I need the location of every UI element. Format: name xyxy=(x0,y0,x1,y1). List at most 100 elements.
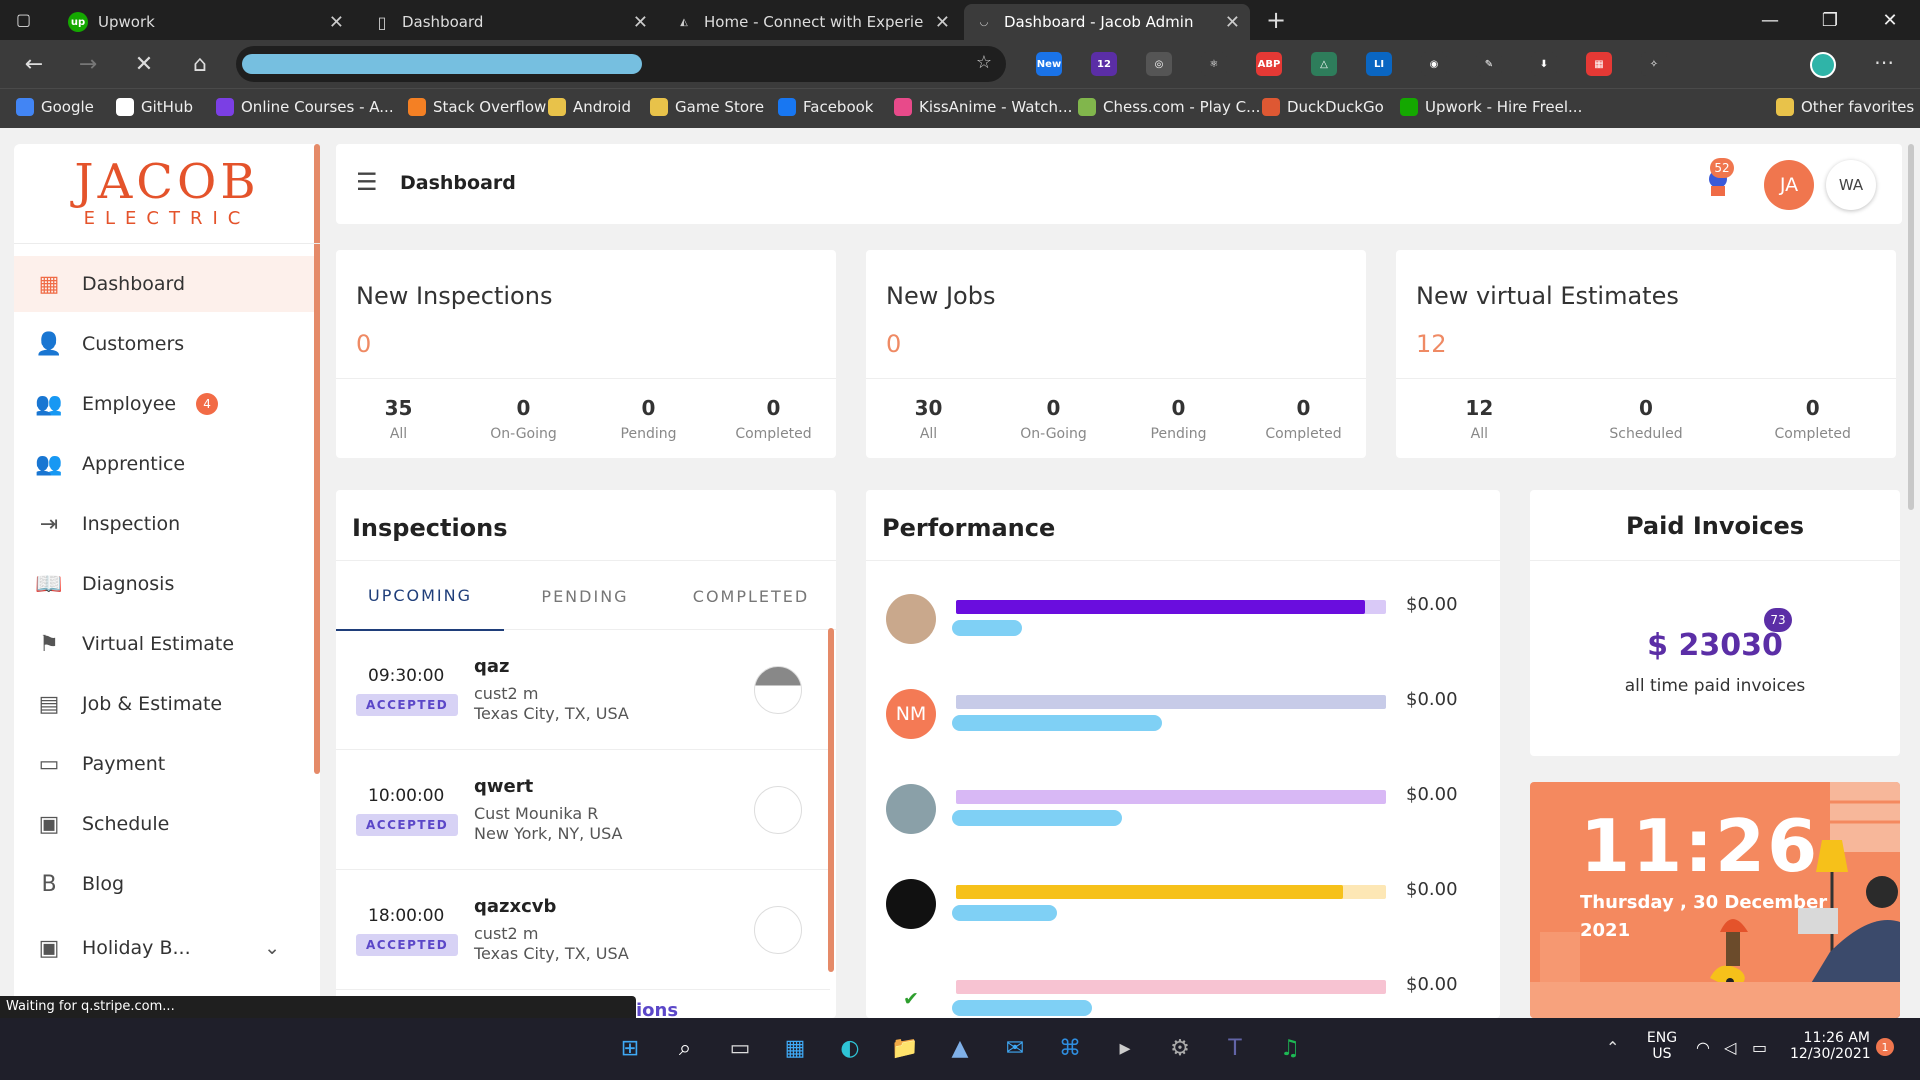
hamburger-menu-icon[interactable]: ☰ xyxy=(356,168,378,196)
customer-avatar[interactable] xyxy=(754,666,802,714)
sidebar-item-apprentice[interactable]: 👥 Apprentice xyxy=(14,436,314,492)
extension-icon[interactable]: ◉ xyxy=(1421,52,1447,76)
forward-button[interactable]: → xyxy=(74,50,102,78)
chevron-down-icon[interactable]: ⌄ xyxy=(264,937,280,959)
sidebar-item-inspection[interactable]: ⇥ Inspection xyxy=(14,496,314,552)
stat-item[interactable]: 0 On-Going xyxy=(461,379,586,458)
stat-item[interactable]: 0 Scheduled xyxy=(1563,379,1730,458)
inspection-row[interactable]: 18:00:00 ACCEPTED qazxcvb cust2 m Texas City… xyxy=(336,870,830,990)
start-button[interactable]: ⊞ xyxy=(612,1030,648,1066)
performance-row[interactable]: $0.00 xyxy=(866,865,1486,955)
close-window-button[interactable]: ✕ xyxy=(1860,0,1920,40)
bookmark-item[interactable]: Google xyxy=(16,98,94,116)
sidebar-item-job-estimate[interactable]: ▤ Job & Estimate xyxy=(14,676,314,732)
notification-count[interactable]: 1 xyxy=(1876,1038,1894,1056)
extension-icon[interactable]: ◎ xyxy=(1146,52,1172,76)
extension-icon[interactable]: 12 xyxy=(1091,52,1117,76)
company-logo[interactable]: JACOB ELECTRIC xyxy=(14,144,320,244)
extension-icon[interactable]: ⬇ xyxy=(1531,52,1557,76)
wifi-icon[interactable]: ◠ xyxy=(1696,1038,1710,1057)
stop-loading-button[interactable]: ✕ xyxy=(130,50,158,78)
sidebar-item-employee[interactable]: 👥 Employee 4 xyxy=(14,376,314,432)
sidebar-item-diagnosis[interactable]: 📖 Diagnosis xyxy=(14,556,314,612)
performance-row[interactable]: NM $0.00 xyxy=(866,675,1486,765)
extension-icon[interactable]: New xyxy=(1036,52,1062,76)
extension-icon[interactable]: ▦ xyxy=(1586,52,1612,76)
sidebar-item-blog[interactable]: B Blog xyxy=(14,856,314,912)
sidebar-item-holiday-b[interactable]: ▣ Holiday B... ⌄ xyxy=(14,920,314,976)
employee-avatar[interactable] xyxy=(886,879,936,929)
tab-upwork[interactable]: up Upwork ✕ xyxy=(58,4,354,40)
home-button[interactable]: ⌂ xyxy=(186,50,214,78)
tab-jacob-admin[interactable]: ◡ Dashboard - Jacob Admin ✕ xyxy=(964,4,1250,40)
tab-actions-icon[interactable]: ▢ xyxy=(16,10,31,29)
stat-item[interactable]: 0 Completed xyxy=(1729,379,1896,458)
system-clock[interactable]: 11:26 AM 12/30/2021 xyxy=(1790,1030,1871,1062)
bookmark-item[interactable]: DuckDuckGo xyxy=(1262,98,1384,116)
battery-icon[interactable]: ▭ xyxy=(1752,1038,1767,1057)
sidebar-item-payment[interactable]: ▭ Payment xyxy=(14,736,314,792)
tab-home-connect[interactable]: ◭ Home - Connect with Experience ✕ xyxy=(664,4,960,40)
volume-icon[interactable]: ◁ xyxy=(1724,1038,1736,1057)
widgets-icon[interactable]: ▦ xyxy=(777,1030,813,1066)
page-scrollbar[interactable] xyxy=(1908,144,1914,510)
restore-button[interactable]: ❐ xyxy=(1800,0,1860,40)
performance-row[interactable]: $0.00 xyxy=(866,770,1486,860)
inspection-row[interactable]: 09:30:00 ACCEPTED qaz cust2 m Texas City, TX… xyxy=(336,630,830,750)
spotify-icon[interactable]: ♫ xyxy=(1272,1030,1308,1066)
customer-avatar[interactable] xyxy=(754,786,802,834)
favorite-star-icon[interactable]: ☆ xyxy=(976,52,992,73)
bookmark-item[interactable]: Other favorites xyxy=(1776,98,1914,116)
tab-upcoming[interactable]: UPCOMING xyxy=(336,561,504,631)
stat-item[interactable]: 0 Completed xyxy=(1241,379,1366,458)
extension-icon[interactable]: ⚛ xyxy=(1201,52,1227,76)
vscode-icon[interactable]: ⌘ xyxy=(1052,1030,1088,1066)
customer-avatar[interactable] xyxy=(754,906,802,954)
employee-avatar[interactable] xyxy=(886,784,936,834)
performance-row[interactable]: ✔ $0.00 xyxy=(866,960,1486,1018)
stat-item[interactable]: 0 Pending xyxy=(1116,379,1241,458)
minimize-button[interactable]: — xyxy=(1740,0,1800,40)
bookmark-item[interactable]: Chess.com - Play C... xyxy=(1078,98,1260,116)
sidebar-item-schedule[interactable]: ▣ Schedule xyxy=(14,796,314,852)
more-menu-icon[interactable]: ⋯ xyxy=(1874,50,1894,74)
close-icon[interactable]: ✕ xyxy=(633,12,648,33)
tab-pending[interactable]: PENDING xyxy=(504,561,666,631)
employee-avatar[interactable]: ✔ xyxy=(886,974,936,1018)
bookmark-item[interactable]: Game Store xyxy=(650,98,764,116)
close-icon[interactable]: ✕ xyxy=(935,12,950,33)
photos-icon[interactable]: ▲ xyxy=(942,1030,978,1066)
extension-icon[interactable]: △ xyxy=(1311,52,1337,76)
stat-item[interactable]: 30 All xyxy=(866,379,991,458)
extension-icon[interactable]: ✧ xyxy=(1641,52,1667,76)
stat-item[interactable]: 0 On-Going xyxy=(991,379,1116,458)
settings-icon[interactable]: ⚙ xyxy=(1162,1030,1198,1066)
bookmark-item[interactable]: Online Courses - A... xyxy=(216,98,394,116)
user-avatar[interactable]: JA xyxy=(1764,160,1814,210)
bookmark-item[interactable]: Android xyxy=(548,98,631,116)
employee-avatar[interactable] xyxy=(886,594,936,644)
inspection-row[interactable]: 10:00:00 ACCEPTED qwert Cust Mounika R New Y… xyxy=(336,750,830,870)
stat-item[interactable]: 0 Completed xyxy=(711,379,836,458)
view-all-link[interactable]: ions xyxy=(636,1000,678,1018)
search-icon[interactable]: ⌕ xyxy=(667,1030,703,1066)
sidebar-item-customers[interactable]: 👤 Customers xyxy=(14,316,314,372)
url-input[interactable]: ☆ xyxy=(236,46,1006,82)
bookmark-item[interactable]: Stack Overflow xyxy=(408,98,546,116)
tab-dashboard[interactable]: ▯ Dashboard ✕ xyxy=(362,4,658,40)
teams-icon[interactable]: T xyxy=(1217,1030,1253,1066)
profile-avatar[interactable] xyxy=(1810,52,1836,78)
back-button[interactable]: ← xyxy=(20,50,48,78)
stat-item[interactable]: 12 All xyxy=(1396,379,1563,458)
close-icon[interactable]: ✕ xyxy=(329,12,344,33)
extension-icon[interactable]: ABP xyxy=(1256,52,1282,76)
new-tab-button[interactable]: + xyxy=(1266,6,1286,34)
task-view-icon[interactable]: ▭ xyxy=(722,1030,758,1066)
bookmark-item[interactable]: GitHub xyxy=(116,98,193,116)
stat-item[interactable]: 0 Pending xyxy=(586,379,711,458)
sidebar-item-dashboard[interactable]: ▦ Dashboard xyxy=(14,256,314,312)
mail-icon[interactable]: ✉ xyxy=(997,1030,1033,1066)
sidebar-item-virtual-estimate[interactable]: ⚑ Virtual Estimate xyxy=(14,616,314,672)
bookmark-item[interactable]: Upwork - Hire Freel... xyxy=(1400,98,1582,116)
performance-row[interactable]: $0.00 xyxy=(866,580,1486,670)
